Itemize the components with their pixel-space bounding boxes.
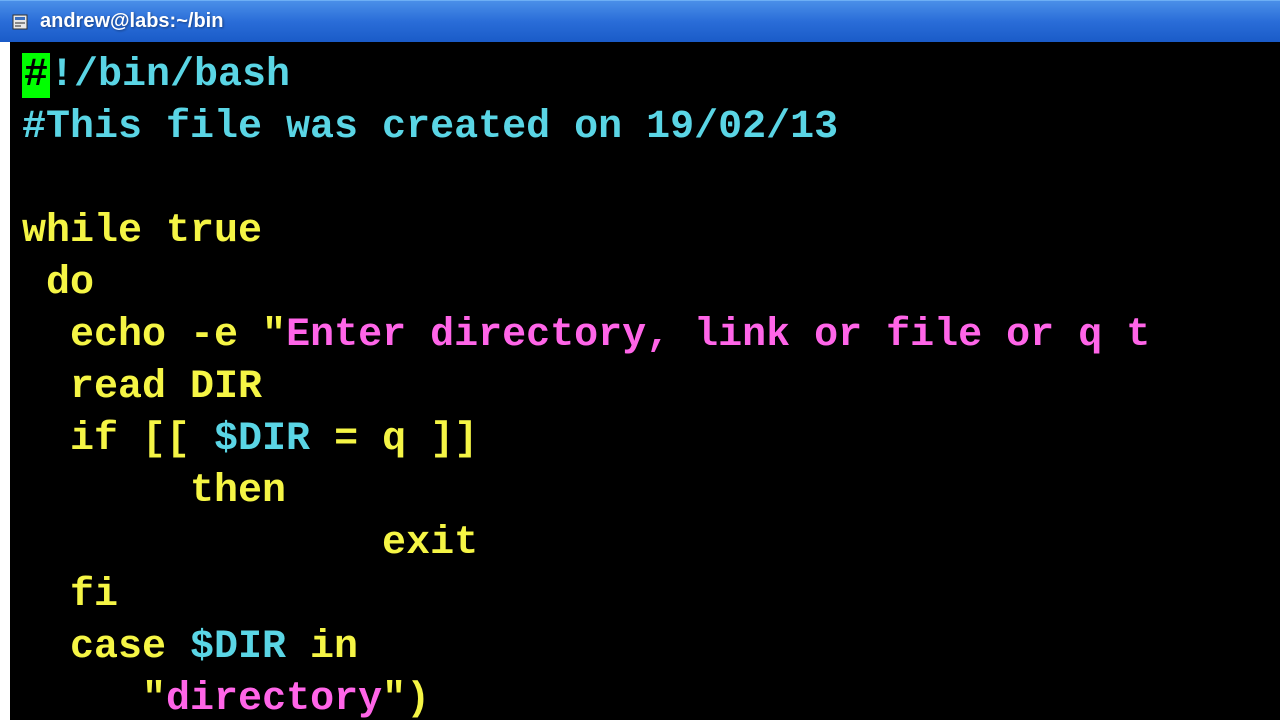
string-literal: Enter directory, link or file or q t [286, 313, 1150, 358]
read-command: read [22, 365, 190, 410]
window-title: andrew@labs:~/bin [40, 10, 223, 33]
cursor: # [22, 53, 50, 98]
variable-dir-2: $DIR [190, 625, 286, 670]
quote: " [262, 313, 286, 358]
indent [22, 677, 142, 720]
quote-open: " [142, 677, 166, 720]
if-keyword: if [22, 417, 142, 462]
window-titlebar[interactable]: andrew@labs:~/bin [0, 0, 1280, 42]
case-pattern: directory [166, 677, 382, 720]
fi-keyword: fi [22, 573, 118, 618]
condition-rest: = q ]] [310, 417, 478, 462]
exit-command: exit [22, 521, 478, 566]
comment-line: #This file was created on 19/02/13 [22, 105, 838, 150]
read-arg: DIR [190, 365, 262, 410]
terminal-editor[interactable]: #!/bin/bash #This file was created on 19… [0, 42, 1280, 720]
case-keyword: case [22, 625, 190, 670]
do-keyword: do [22, 261, 94, 306]
variable-dir: $DIR [214, 417, 310, 462]
shebang: !/bin/bash [50, 53, 290, 98]
bracket-open: [[ [142, 417, 214, 462]
echo-command: echo -e [22, 313, 262, 358]
app-icon [10, 12, 30, 32]
then-keyword: then [22, 469, 286, 514]
terminal-window: andrew@labs:~/bin #!/bin/bash #This file… [0, 0, 1280, 720]
quote-close: " [382, 677, 406, 720]
paren: ) [406, 677, 430, 720]
in-keyword: in [286, 625, 358, 670]
while-keyword: while true [22, 209, 262, 254]
